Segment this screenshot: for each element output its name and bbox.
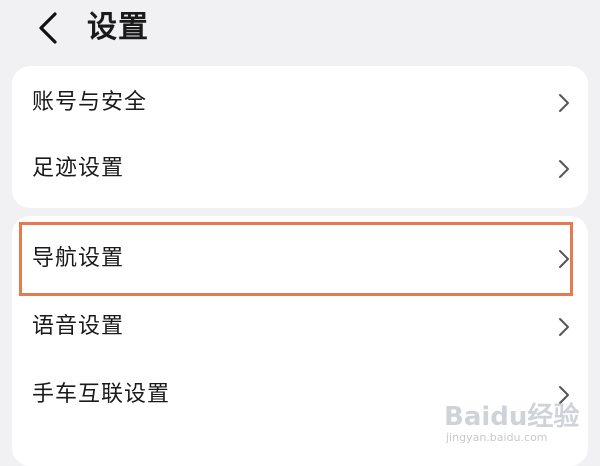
chevron-right-icon <box>559 94 569 112</box>
page-title: 设置 <box>87 10 149 45</box>
settings-item-navigation[interactable]: 导航设置 <box>12 226 588 292</box>
watermark-logo: Baidu经验 <box>444 402 580 432</box>
settings-item-label: 账号与安全 <box>32 90 148 115</box>
settings-item-label: 足迹设置 <box>32 156 125 181</box>
settings-item-voice[interactable]: 语音设置 <box>12 294 588 360</box>
chevron-right-icon <box>559 250 569 268</box>
settings-item-account-security[interactable]: 账号与安全 <box>12 70 588 136</box>
top-bar: 设置 <box>0 0 600 58</box>
chevron-right-icon <box>559 318 569 336</box>
chevron-right-icon <box>559 160 569 178</box>
chevron-left-icon <box>39 12 57 44</box>
settings-group-account: 账号与安全 足迹设置 <box>12 66 588 208</box>
back-button[interactable] <box>28 8 68 48</box>
watermark-url: jingyan.baidu.com <box>446 431 548 444</box>
settings-item-footprint[interactable]: 足迹设置 <box>12 136 588 202</box>
settings-item-label: 语音设置 <box>32 314 125 339</box>
watermark: Baidu经验 jingyan.baidu.com <box>444 396 584 444</box>
settings-item-label: 导航设置 <box>32 246 125 271</box>
settings-item-label: 手车互联设置 <box>32 382 171 407</box>
